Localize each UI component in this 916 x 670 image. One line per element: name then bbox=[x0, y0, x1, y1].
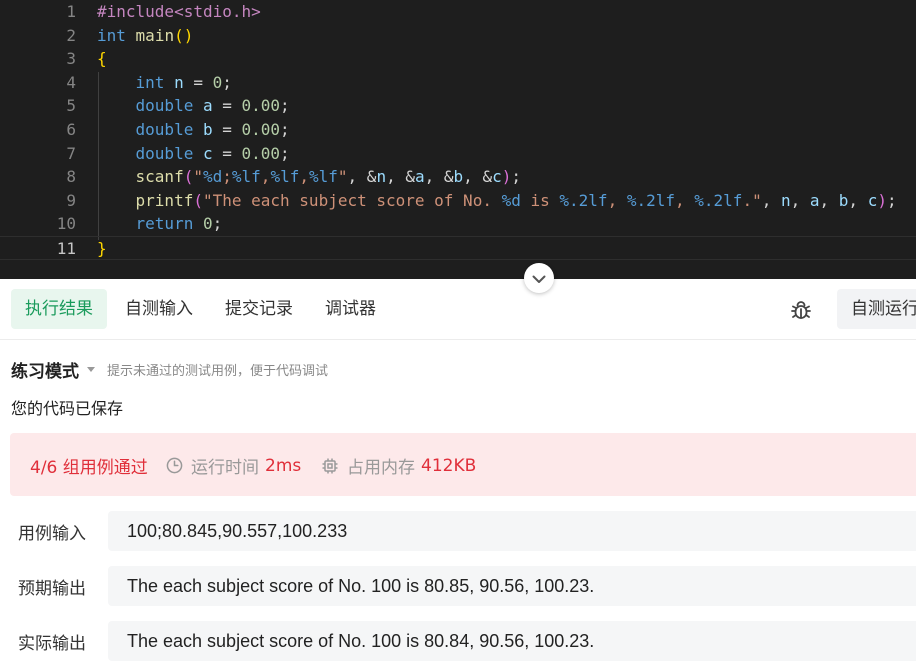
result-summary: 4/6 组用例通过 运行时间 2ms 占用内存 412KB bbox=[10, 433, 916, 496]
expected-output-label: 预期输出 bbox=[18, 579, 86, 599]
code-line[interactable]: 9 printf("The each subject score of No. … bbox=[0, 189, 916, 213]
chip-icon bbox=[321, 457, 339, 475]
line-number: 6 bbox=[66, 120, 76, 139]
line-number: 8 bbox=[66, 167, 76, 187]
code-line[interactable]: 11} bbox=[0, 236, 916, 260]
case-input-label: 用例输入 bbox=[18, 524, 86, 544]
code-text: int main() bbox=[97, 25, 194, 45]
result-tabs: 执行结果 自测输入 提交记录 调试器 自测运行 bbox=[0, 279, 916, 340]
code-line[interactable]: 3{ bbox=[0, 47, 916, 71]
code-text: double b = 0.00; bbox=[135, 120, 290, 139]
line-number: 4 bbox=[66, 72, 76, 92]
caret-down-icon bbox=[87, 366, 95, 372]
code-text: scanf("%d;%lf,%lf,%lf", &n, &a, &b, &c); bbox=[135, 167, 521, 187]
code-line[interactable]: 2 int main() bbox=[0, 24, 916, 48]
code-line[interactable]: 5 double a = 0.00; bbox=[0, 94, 916, 118]
line-number: 2 bbox=[66, 25, 76, 45]
code-text: { bbox=[97, 49, 107, 69]
code-editor[interactable]: 1 #include<stdio.h> 2 int main() 3{4 int n =… bbox=[0, 0, 916, 279]
line-number: 3 bbox=[66, 49, 76, 69]
code-line[interactable]: 8 scanf("%d;%lf,%lf,%lf", &n, &a, &b, &c… bbox=[0, 165, 916, 189]
self-test-run-button[interactable]: 自测运行 bbox=[837, 289, 916, 329]
code-text: } bbox=[97, 239, 107, 258]
memory-label: 占用内存 bbox=[347, 458, 415, 478]
code-text: int n = 0; bbox=[135, 72, 232, 92]
line-number: 1 bbox=[66, 2, 76, 21]
code-text: double a = 0.00; bbox=[135, 96, 290, 116]
pass-count: 4/6 组用例通过 bbox=[30, 458, 148, 478]
chevron-down-icon bbox=[532, 269, 546, 288]
clock-icon bbox=[166, 457, 183, 474]
code-text: double c = 0.00; bbox=[135, 143, 290, 163]
code-line[interactable]: 1 #include<stdio.h> bbox=[0, 0, 916, 24]
line-number: 5 bbox=[66, 96, 76, 116]
tab-submission-history[interactable]: 提交记录 bbox=[211, 289, 307, 329]
mode-hint: 提示未通过的测试用例，便于代码调试 bbox=[107, 363, 329, 379]
code-text: #include<stdio.h> bbox=[97, 2, 261, 21]
code-line[interactable]: 7 double c = 0.00; bbox=[0, 142, 916, 166]
line-number: 11 bbox=[56, 239, 76, 258]
actual-output-label: 实际输出 bbox=[18, 634, 86, 654]
case-input-value: 100;80.845,90.557,100.233 bbox=[108, 511, 916, 551]
code-text: return 0; bbox=[135, 214, 223, 234]
code-line[interactable]: 4 int n = 0; bbox=[0, 71, 916, 95]
line-number: 7 bbox=[66, 143, 76, 163]
expected-output-value: The each subject score of No. 100 is 80.… bbox=[108, 566, 916, 606]
code-line[interactable]: 6 double b = 0.00; bbox=[0, 118, 916, 142]
practice-mode-selector[interactable]: 练习模式 提示未通过的测试用例，便于代码调试 bbox=[11, 356, 328, 382]
runtime-value: 2ms bbox=[265, 455, 302, 476]
memory-value: 412KB bbox=[421, 455, 477, 476]
mode-title: 练习模式 bbox=[11, 361, 79, 382]
tab-execution-result[interactable]: 执行结果 bbox=[11, 289, 107, 329]
line-number: 9 bbox=[66, 190, 76, 210]
code-line[interactable]: 10 return 0; bbox=[0, 212, 916, 236]
tab-custom-input[interactable]: 自测输入 bbox=[111, 289, 207, 329]
tab-debugger[interactable]: 调试器 bbox=[311, 289, 390, 329]
bug-icon[interactable] bbox=[789, 298, 813, 326]
runtime-label: 运行时间 bbox=[191, 458, 259, 478]
runtime-stat: 运行时间 2ms bbox=[166, 453, 301, 478]
line-number: 10 bbox=[56, 214, 76, 234]
collapse-panel-button[interactable] bbox=[524, 263, 554, 293]
saved-status: 您的代码已保存 bbox=[11, 399, 124, 418]
memory-stat: 占用内存 412KB bbox=[321, 453, 476, 478]
code-text: printf("The each subject score of No. %d… bbox=[135, 190, 897, 210]
actual-output-value: The each subject score of No. 100 is 80.… bbox=[108, 621, 916, 661]
